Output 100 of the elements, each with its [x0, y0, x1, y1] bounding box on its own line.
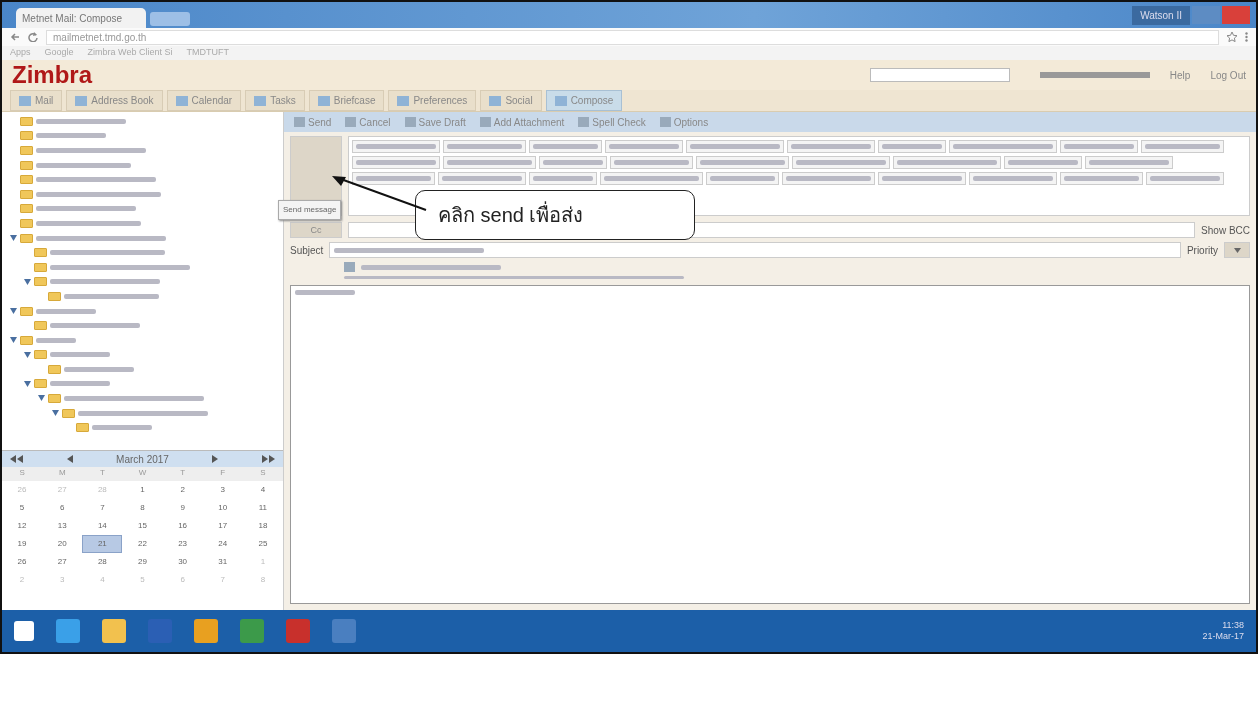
app-tab[interactable]: Address Book [66, 90, 163, 111]
recipient-chip[interactable] [529, 140, 602, 153]
calendar-day[interactable]: 10 [202, 499, 243, 517]
priority-dropdown[interactable] [1224, 242, 1250, 258]
address-field[interactable]: mailmetnet.tmd.go.th [46, 29, 1219, 45]
calendar-day[interactable]: 14 [82, 517, 123, 535]
calendar-day[interactable]: 6 [162, 571, 203, 589]
toolbar-button[interactable]: Send [294, 114, 332, 130]
calendar-day[interactable]: 21 [82, 535, 123, 553]
toolbar-button[interactable]: Options [659, 114, 709, 130]
calendar-day[interactable]: 20 [42, 535, 83, 553]
calendar-day[interactable]: 27 [42, 553, 83, 571]
recipient-chip[interactable] [969, 172, 1057, 185]
left-arrow-icon[interactable] [66, 455, 73, 463]
recipient-chip[interactable] [792, 156, 890, 169]
app-tab[interactable]: Mail [10, 90, 63, 111]
taskbar-app-icon[interactable] [240, 619, 264, 643]
recipient-chip[interactable] [438, 172, 526, 185]
recipient-chip[interactable] [696, 156, 789, 169]
double-right-arrow-icon[interactable] [262, 455, 275, 463]
taskbar-app-icon[interactable] [286, 619, 310, 643]
recipient-chip[interactable] [610, 156, 693, 169]
subject-field[interactable] [329, 242, 1181, 258]
calendar-day[interactable]: 8 [122, 499, 163, 517]
taskbar-app-icon[interactable] [194, 619, 218, 643]
calendar-day[interactable]: 4 [82, 571, 123, 589]
recipient-chip[interactable] [706, 172, 779, 185]
toolbar-button[interactable]: Cancel [345, 114, 391, 130]
search-field[interactable] [869, 68, 1010, 82]
app-tab[interactable]: Tasks [245, 90, 305, 111]
calendar-day[interactable]: 19 [2, 535, 43, 553]
recipient-chip[interactable] [600, 172, 703, 185]
recipient-chip[interactable] [878, 172, 966, 185]
recipient-chip[interactable] [539, 156, 607, 169]
double-left-arrow-icon[interactable] [10, 455, 23, 463]
calendar-day[interactable]: 26 [2, 553, 43, 571]
recipient-chip[interactable] [1146, 172, 1224, 185]
browser-tab[interactable]: Metnet Mail: Compose [16, 8, 146, 28]
recipient-chip[interactable] [686, 140, 784, 153]
calendar-day[interactable]: 2 [162, 481, 203, 499]
new-tab-button[interactable] [150, 12, 190, 26]
recipient-chip[interactable] [443, 140, 526, 153]
calendar-day[interactable]: 6 [42, 499, 83, 517]
taskbar-app-icon[interactable] [102, 619, 126, 643]
app-tab[interactable]: Preferences [388, 90, 477, 111]
recipient-chip[interactable] [1085, 156, 1173, 169]
recipient-chip[interactable] [878, 140, 946, 153]
recipient-chip[interactable] [352, 156, 440, 169]
calendar-day[interactable]: 4 [242, 481, 283, 499]
calendar-day[interactable]: 12 [2, 517, 43, 535]
app-tab[interactable]: Briefcase [308, 90, 385, 111]
calendar-day[interactable]: 30 [162, 553, 203, 571]
recipient-chip[interactable] [529, 172, 597, 185]
calendar-day[interactable]: 16 [162, 517, 203, 535]
expand-triangle-icon[interactable] [24, 278, 31, 285]
recipient-chip[interactable] [605, 140, 683, 153]
expand-triangle-icon[interactable] [10, 234, 17, 241]
calendar-day[interactable]: 24 [202, 535, 243, 553]
expand-triangle-icon[interactable] [10, 307, 17, 314]
expand-triangle-icon[interactable] [10, 337, 17, 344]
bookmark-link[interactable]: Google [44, 46, 74, 60]
calendar-day[interactable]: 7 [82, 499, 123, 517]
bookmark-link[interactable]: Zimbra Web Client Si [87, 46, 173, 60]
recipient-chip[interactable] [782, 172, 875, 185]
reload-icon[interactable] [28, 32, 38, 42]
menu-icon[interactable] [1245, 32, 1248, 42]
recipient-chip[interactable] [352, 172, 435, 185]
calendar-day[interactable]: 3 [202, 481, 243, 499]
calendar-day[interactable]: 25 [242, 535, 283, 553]
help-link[interactable]: Help [1169, 67, 1191, 83]
expand-triangle-icon[interactable] [24, 380, 31, 387]
calendar-day[interactable]: 17 [202, 517, 243, 535]
recipient-chip[interactable] [949, 140, 1057, 153]
taskbar-app-icon[interactable] [14, 621, 34, 641]
recipient-chip[interactable] [1060, 140, 1138, 153]
calendar-day[interactable]: 13 [42, 517, 83, 535]
recipient-chip[interactable] [1004, 156, 1082, 169]
recipient-chip[interactable] [893, 156, 1001, 169]
app-tab[interactable]: Social [480, 90, 542, 111]
bookmark-link[interactable]: Apps [10, 46, 31, 60]
bookmark-link[interactable]: TMDTUFT [186, 46, 229, 60]
recipient-chip[interactable] [443, 156, 536, 169]
close-button[interactable] [1222, 6, 1250, 24]
calendar-day[interactable]: 11 [242, 499, 283, 517]
app-tab[interactable]: Calendar [166, 90, 242, 111]
calendar-day[interactable]: 27 [42, 481, 83, 499]
calendar-day[interactable]: 15 [122, 517, 163, 535]
recipient-chip[interactable] [1060, 172, 1143, 185]
profile-badge[interactable]: Watson II [1132, 5, 1190, 25]
calendar-day[interactable]: 22 [122, 535, 163, 553]
right-arrow-icon[interactable] [212, 455, 219, 463]
message-body-field[interactable] [290, 285, 1250, 604]
calendar-day[interactable]: 2 [2, 571, 43, 589]
star-icon[interactable] [1227, 32, 1237, 42]
taskbar-app-icon[interactable] [332, 619, 356, 643]
calendar-day[interactable]: 29 [122, 553, 163, 571]
taskbar-app-icon[interactable] [56, 619, 80, 643]
back-arrow-icon[interactable] [10, 33, 20, 41]
calendar-day[interactable]: 26 [2, 481, 43, 499]
calendar-day[interactable]: 23 [162, 535, 203, 553]
